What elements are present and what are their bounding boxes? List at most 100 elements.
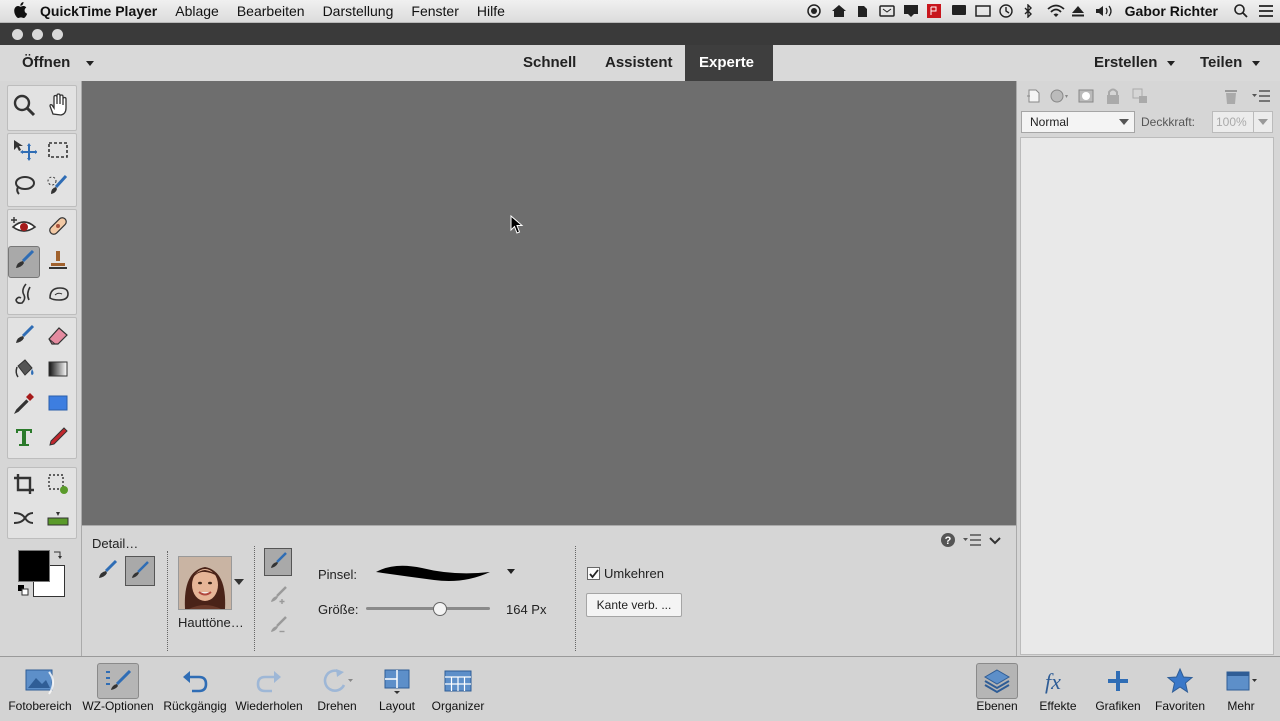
notification-center-icon[interactable]: [1258, 4, 1273, 18]
menu-item-bearbeiten[interactable]: Bearbeiten: [237, 3, 305, 19]
smart-brush-mode-button[interactable]: [92, 556, 122, 586]
tab-assistent[interactable]: Assistent: [591, 45, 687, 81]
tool-options-button[interactable]: WZ-Optionen: [78, 657, 158, 721]
size-slider-thumb[interactable]: [433, 602, 447, 616]
lock-all-icon[interactable]: [1131, 87, 1149, 110]
refine-edge-button[interactable]: Kante verb. ...: [586, 593, 682, 617]
clone-stamp-tool[interactable]: [42, 246, 74, 278]
straighten-tool[interactable]: [42, 504, 74, 536]
layers-button[interactable]: Ebenen: [972, 657, 1022, 721]
new-layer-icon[interactable]: [1025, 87, 1043, 110]
dropbox-icon[interactable]: [878, 4, 895, 18]
rotate-button[interactable]: Drehen: [306, 657, 368, 721]
photo-bin-button[interactable]: Fotobereich: [0, 657, 80, 721]
blend-mode-select[interactable]: Normal: [1021, 111, 1135, 133]
help-icon[interactable]: ?: [940, 532, 956, 551]
window-zoom-button[interactable]: [52, 29, 63, 40]
eyedropper-tool[interactable]: [8, 389, 40, 421]
detail-smart-brush-mode-button[interactable]: [125, 556, 155, 586]
apple-icon[interactable]: [14, 1, 28, 21]
app-red-icon[interactable]: [926, 4, 941, 18]
lock-icon[interactable]: [1105, 87, 1121, 110]
preset-dropdown-chevron-icon[interactable]: [234, 579, 244, 585]
eject-icon[interactable]: [1071, 4, 1085, 18]
organizer-button[interactable]: Organizer: [426, 657, 490, 721]
recompose-tool[interactable]: [42, 470, 74, 502]
create-button[interactable]: Erstellen: [1080, 45, 1189, 81]
spot-healing-brush-tool[interactable]: [42, 212, 74, 244]
zoom-tool[interactable]: [8, 91, 40, 123]
upload-icon[interactable]: [903, 4, 918, 18]
quick-selection-tool[interactable]: [42, 171, 74, 203]
red-eye-tool[interactable]: [8, 212, 40, 244]
hand-tool[interactable]: [42, 91, 74, 123]
rectangular-marquee-tool[interactable]: [42, 136, 74, 168]
foreground-color-swatch[interactable]: [18, 550, 50, 582]
smart-brush-tool[interactable]: [8, 246, 40, 278]
type-tool[interactable]: [8, 423, 40, 455]
content-aware-move-tool[interactable]: [8, 504, 40, 536]
share-button[interactable]: Teilen: [1186, 45, 1274, 81]
evernote-icon[interactable]: [855, 4, 869, 18]
preset-thumbnail[interactable]: [178, 556, 232, 610]
favorites-button[interactable]: Favoriten: [1150, 657, 1210, 721]
window-minimize-button[interactable]: [32, 29, 43, 40]
shape-tool[interactable]: [42, 389, 74, 421]
undo-button[interactable]: Rückgängig: [158, 657, 232, 721]
tab-schnell[interactable]: Schnell: [509, 45, 590, 81]
record-icon[interactable]: [806, 4, 821, 18]
volume-icon[interactable]: [1095, 4, 1112, 18]
collapse-chevron-icon[interactable]: [988, 534, 1002, 549]
layer-mask-icon[interactable]: [1077, 87, 1095, 110]
brush-preset-picker[interactable]: [374, 560, 520, 586]
brush-tool[interactable]: [8, 321, 40, 353]
opacity-dropdown-button[interactable]: [1253, 111, 1273, 133]
time-machine-icon[interactable]: [998, 4, 1013, 18]
panel-menu-icon[interactable]: [1251, 87, 1271, 110]
lasso-tool[interactable]: [8, 171, 40, 203]
size-slider[interactable]: [366, 602, 490, 616]
swap-colors-icon[interactable]: [52, 549, 64, 567]
gradient-tool[interactable]: [42, 355, 74, 387]
brush-label: Pinsel:: [318, 567, 358, 582]
spotlight-search-icon[interactable]: [1234, 4, 1248, 18]
add-to-selection-brush-button[interactable]: [264, 582, 292, 610]
brush-mode-button[interactable]: [264, 548, 292, 576]
open-button[interactable]: Öffnen: [8, 45, 108, 81]
tab-experte[interactable]: Experte: [685, 45, 773, 81]
more-button[interactable]: Mehr: [1216, 657, 1266, 721]
blur-tool[interactable]: [8, 280, 40, 312]
opacity-input[interactable]: 100%: [1212, 111, 1254, 133]
graphics-button[interactable]: Grafiken: [1090, 657, 1146, 721]
layer-list[interactable]: [1020, 137, 1274, 655]
sponge-tool[interactable]: [42, 280, 74, 312]
layout-button[interactable]: Layout: [368, 657, 426, 721]
effects-button[interactable]: fx Effekte: [1030, 657, 1086, 721]
display-icon[interactable]: [951, 4, 966, 18]
trash-icon[interactable]: [1223, 87, 1239, 110]
home-icon[interactable]: [831, 4, 846, 18]
menu-item-ablage[interactable]: Ablage: [175, 3, 219, 19]
subtract-from-selection-brush-button[interactable]: [264, 612, 292, 640]
invert-checkbox[interactable]: [587, 567, 600, 580]
menu-item-hilfe[interactable]: Hilfe: [477, 3, 505, 19]
options-menu-icon[interactable]: [962, 533, 982, 550]
menu-item-darstellung[interactable]: Darstellung: [323, 3, 394, 19]
window-close-button[interactable]: [12, 29, 23, 40]
paint-bucket-tool[interactable]: [8, 355, 40, 387]
eraser-tool[interactable]: [42, 321, 74, 353]
image-canvas-area[interactable]: [82, 81, 1016, 525]
wifi-icon[interactable]: [1047, 4, 1065, 18]
move-tool[interactable]: [8, 136, 40, 168]
menu-item-fenster[interactable]: Fenster: [411, 3, 458, 19]
crop-tool[interactable]: [8, 470, 40, 502]
redo-button[interactable]: Wiederholen: [232, 657, 306, 721]
menu-user-name[interactable]: Gabor Richter: [1125, 3, 1218, 19]
pencil-tool[interactable]: [42, 423, 74, 455]
screen-capture-icon[interactable]: [974, 4, 991, 18]
bluetooth-icon[interactable]: [1023, 3, 1037, 19]
default-colors-icon[interactable]: [18, 584, 30, 602]
adjustment-layer-icon[interactable]: [1049, 87, 1071, 110]
face-portrait-thumbnail: [179, 557, 231, 609]
menu-app-name[interactable]: QuickTime Player: [40, 3, 157, 19]
